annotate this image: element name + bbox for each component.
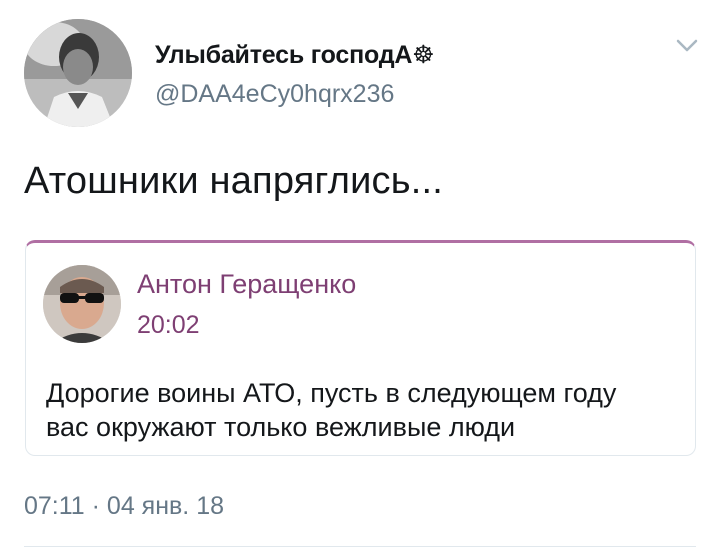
quoted-text-line: Дорогие воины АТО, пусть в следующем год… bbox=[46, 378, 617, 408]
quoted-tweet-card[interactable]: Антон Геращенко 20:02 Дорогие воины АТО,… bbox=[25, 240, 696, 456]
quoted-time: 20:02 bbox=[137, 311, 200, 339]
divider bbox=[24, 546, 696, 547]
quoted-text-line: вас окружают только вежливые люди bbox=[46, 412, 516, 442]
chevron-down-icon[interactable] bbox=[676, 38, 698, 54]
author-display-name[interactable]: Улыбайтесь господА☸ bbox=[155, 40, 435, 70]
author-avatar[interactable] bbox=[24, 19, 132, 127]
quoted-author-avatar bbox=[43, 265, 121, 343]
tweet: Улыбайтесь господА☸ @DAA4eCy0hqrx236 Ато… bbox=[0, 0, 720, 553]
quoted-text: Дорогие воины АТО, пусть в следующем год… bbox=[46, 376, 686, 444]
tweet-text: Атошники напряглись... bbox=[24, 160, 444, 202]
author-handle[interactable]: @DAA4eCy0hqrx236 bbox=[155, 80, 394, 109]
tweet-timestamp[interactable]: 07:11 · 04 янв. 18 bbox=[24, 492, 224, 521]
quoted-author-name: Антон Геращенко bbox=[137, 269, 357, 299]
